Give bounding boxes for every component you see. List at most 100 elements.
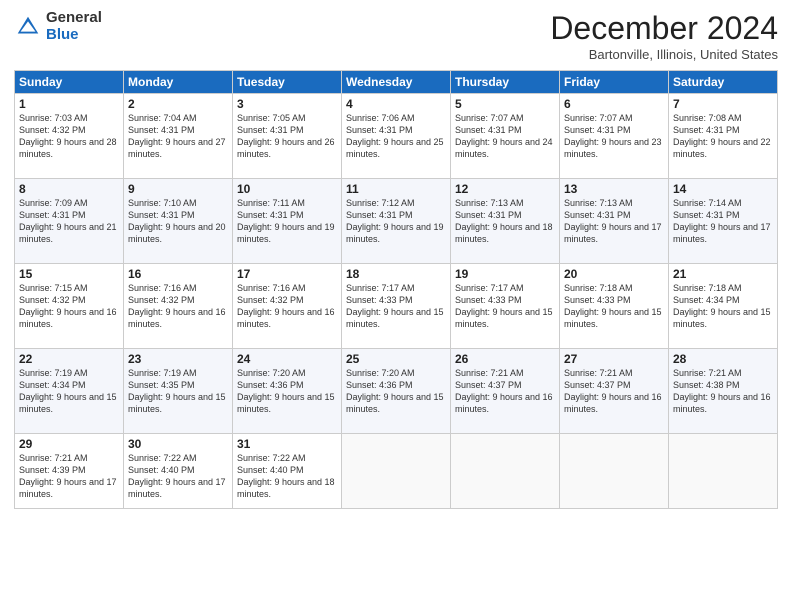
day-info: Sunrise: 7:07 AMSunset: 4:31 PMDaylight:… (564, 113, 662, 159)
table-row: 6 Sunrise: 7:07 AMSunset: 4:31 PMDayligh… (560, 94, 669, 179)
table-row: 23 Sunrise: 7:19 AMSunset: 4:35 PMDaylig… (124, 349, 233, 434)
day-number: 23 (128, 352, 228, 366)
col-tuesday: Tuesday (233, 71, 342, 94)
table-row: 20 Sunrise: 7:18 AMSunset: 4:33 PMDaylig… (560, 264, 669, 349)
page-header: General Blue December 2024 Bartonville, … (14, 10, 778, 62)
table-row: 26 Sunrise: 7:21 AMSunset: 4:37 PMDaylig… (451, 349, 560, 434)
day-number: 9 (128, 182, 228, 196)
table-row: 31 Sunrise: 7:22 AMSunset: 4:40 PMDaylig… (233, 434, 342, 509)
table-row: 21 Sunrise: 7:18 AMSunset: 4:34 PMDaylig… (669, 264, 778, 349)
day-info: Sunrise: 7:17 AMSunset: 4:33 PMDaylight:… (346, 283, 444, 329)
day-info: Sunrise: 7:20 AMSunset: 4:36 PMDaylight:… (346, 368, 444, 414)
table-row: 25 Sunrise: 7:20 AMSunset: 4:36 PMDaylig… (342, 349, 451, 434)
col-saturday: Saturday (669, 71, 778, 94)
day-number: 2 (128, 97, 228, 111)
day-number: 15 (19, 267, 119, 281)
table-row (342, 434, 451, 509)
day-number: 27 (564, 352, 664, 366)
day-number: 5 (455, 97, 555, 111)
day-number: 12 (455, 182, 555, 196)
table-row: 9 Sunrise: 7:10 AMSunset: 4:31 PMDayligh… (124, 179, 233, 264)
day-info: Sunrise: 7:12 AMSunset: 4:31 PMDaylight:… (346, 198, 444, 244)
day-info: Sunrise: 7:07 AMSunset: 4:31 PMDaylight:… (455, 113, 553, 159)
day-number: 6 (564, 97, 664, 111)
table-row: 7 Sunrise: 7:08 AMSunset: 4:31 PMDayligh… (669, 94, 778, 179)
day-number: 7 (673, 97, 773, 111)
day-number: 28 (673, 352, 773, 366)
day-number: 30 (128, 437, 228, 451)
day-info: Sunrise: 7:03 AMSunset: 4:32 PMDaylight:… (19, 113, 117, 159)
day-info: Sunrise: 7:16 AMSunset: 4:32 PMDaylight:… (128, 283, 226, 329)
day-info: Sunrise: 7:14 AMSunset: 4:31 PMDaylight:… (673, 198, 771, 244)
day-info: Sunrise: 7:21 AMSunset: 4:37 PMDaylight:… (455, 368, 553, 414)
table-row: 16 Sunrise: 7:16 AMSunset: 4:32 PMDaylig… (124, 264, 233, 349)
day-number: 24 (237, 352, 337, 366)
table-row: 3 Sunrise: 7:05 AMSunset: 4:31 PMDayligh… (233, 94, 342, 179)
table-row: 28 Sunrise: 7:21 AMSunset: 4:38 PMDaylig… (669, 349, 778, 434)
calendar-header-row: Sunday Monday Tuesday Wednesday Thursday… (15, 71, 778, 94)
logo: General Blue (14, 10, 102, 43)
table-row: 27 Sunrise: 7:21 AMSunset: 4:37 PMDaylig… (560, 349, 669, 434)
logo-general-text: General (46, 10, 102, 27)
day-number: 22 (19, 352, 119, 366)
table-row: 30 Sunrise: 7:22 AMSunset: 4:40 PMDaylig… (124, 434, 233, 509)
col-sunday: Sunday (15, 71, 124, 94)
title-block: December 2024 Bartonville, Illinois, Uni… (550, 10, 778, 62)
day-number: 11 (346, 182, 446, 196)
table-row: 5 Sunrise: 7:07 AMSunset: 4:31 PMDayligh… (451, 94, 560, 179)
day-info: Sunrise: 7:09 AMSunset: 4:31 PMDaylight:… (19, 198, 117, 244)
day-number: 10 (237, 182, 337, 196)
table-row (451, 434, 560, 509)
day-number: 13 (564, 182, 664, 196)
day-info: Sunrise: 7:13 AMSunset: 4:31 PMDaylight:… (564, 198, 662, 244)
day-number: 3 (237, 97, 337, 111)
table-row: 15 Sunrise: 7:15 AMSunset: 4:32 PMDaylig… (15, 264, 124, 349)
table-row: 2 Sunrise: 7:04 AMSunset: 4:31 PMDayligh… (124, 94, 233, 179)
day-info: Sunrise: 7:20 AMSunset: 4:36 PMDaylight:… (237, 368, 335, 414)
day-number: 19 (455, 267, 555, 281)
table-row: 29 Sunrise: 7:21 AMSunset: 4:39 PMDaylig… (15, 434, 124, 509)
day-info: Sunrise: 7:21 AMSunset: 4:37 PMDaylight:… (564, 368, 662, 414)
day-info: Sunrise: 7:04 AMSunset: 4:31 PMDaylight:… (128, 113, 226, 159)
day-number: 26 (455, 352, 555, 366)
table-row: 17 Sunrise: 7:16 AMSunset: 4:32 PMDaylig… (233, 264, 342, 349)
day-number: 8 (19, 182, 119, 196)
day-number: 31 (237, 437, 337, 451)
table-row: 1 Sunrise: 7:03 AMSunset: 4:32 PMDayligh… (15, 94, 124, 179)
day-info: Sunrise: 7:19 AMSunset: 4:34 PMDaylight:… (19, 368, 117, 414)
logo-blue-text: Blue (46, 27, 102, 44)
table-row: 8 Sunrise: 7:09 AMSunset: 4:31 PMDayligh… (15, 179, 124, 264)
calendar-body: 1 Sunrise: 7:03 AMSunset: 4:32 PMDayligh… (15, 94, 778, 509)
calendar-table: Sunday Monday Tuesday Wednesday Thursday… (14, 70, 778, 509)
day-info: Sunrise: 7:18 AMSunset: 4:34 PMDaylight:… (673, 283, 771, 329)
table-row: 11 Sunrise: 7:12 AMSunset: 4:31 PMDaylig… (342, 179, 451, 264)
table-row (560, 434, 669, 509)
day-info: Sunrise: 7:08 AMSunset: 4:31 PMDaylight:… (673, 113, 771, 159)
day-info: Sunrise: 7:13 AMSunset: 4:31 PMDaylight:… (455, 198, 553, 244)
table-row: 4 Sunrise: 7:06 AMSunset: 4:31 PMDayligh… (342, 94, 451, 179)
day-number: 29 (19, 437, 119, 451)
table-row: 18 Sunrise: 7:17 AMSunset: 4:33 PMDaylig… (342, 264, 451, 349)
day-info: Sunrise: 7:16 AMSunset: 4:32 PMDaylight:… (237, 283, 335, 329)
day-number: 17 (237, 267, 337, 281)
table-row: 22 Sunrise: 7:19 AMSunset: 4:34 PMDaylig… (15, 349, 124, 434)
day-info: Sunrise: 7:21 AMSunset: 4:39 PMDaylight:… (19, 453, 117, 499)
table-row: 13 Sunrise: 7:13 AMSunset: 4:31 PMDaylig… (560, 179, 669, 264)
day-number: 21 (673, 267, 773, 281)
table-row: 24 Sunrise: 7:20 AMSunset: 4:36 PMDaylig… (233, 349, 342, 434)
day-number: 14 (673, 182, 773, 196)
day-number: 16 (128, 267, 228, 281)
day-info: Sunrise: 7:18 AMSunset: 4:33 PMDaylight:… (564, 283, 662, 329)
day-info: Sunrise: 7:21 AMSunset: 4:38 PMDaylight:… (673, 368, 771, 414)
table-row (669, 434, 778, 509)
day-number: 25 (346, 352, 446, 366)
table-row: 19 Sunrise: 7:17 AMSunset: 4:33 PMDaylig… (451, 264, 560, 349)
day-info: Sunrise: 7:19 AMSunset: 4:35 PMDaylight:… (128, 368, 226, 414)
page-container: General Blue December 2024 Bartonville, … (0, 0, 792, 612)
col-monday: Monday (124, 71, 233, 94)
table-row: 10 Sunrise: 7:11 AMSunset: 4:31 PMDaylig… (233, 179, 342, 264)
day-info: Sunrise: 7:15 AMSunset: 4:32 PMDaylight:… (19, 283, 117, 329)
day-info: Sunrise: 7:17 AMSunset: 4:33 PMDaylight:… (455, 283, 553, 329)
col-thursday: Thursday (451, 71, 560, 94)
day-info: Sunrise: 7:05 AMSunset: 4:31 PMDaylight:… (237, 113, 335, 159)
